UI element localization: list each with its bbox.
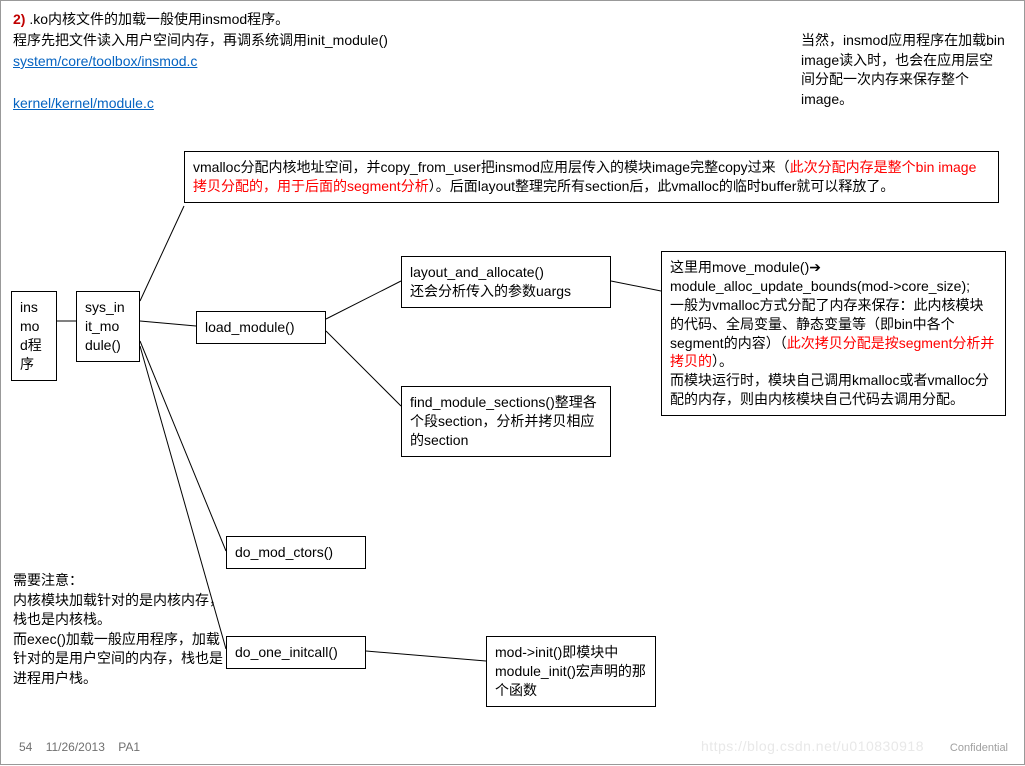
- move-pre: 这里用move_module(): [670, 259, 809, 275]
- link-module-c[interactable]: kernel/kernel/module.c: [13, 95, 154, 111]
- side-note: 当然，insmod应用程序在加载bin image读入时，也会在应用层空间分配一…: [801, 31, 1006, 109]
- footer-page: 54: [19, 740, 32, 754]
- note-attention: 需要注意： 内核模块加载针对的是内核内存，栈也是内核栈。 而exec()加载一般…: [13, 571, 223, 689]
- header-block: 2) .ko内核文件的加载一般使用insmod程序。 程序先把文件读入用户空间内…: [13, 9, 388, 114]
- box-find-sections: find_module_sections()整理各个段section，分析并拷贝…: [401, 386, 611, 457]
- box-sys-init-module: sys_in it_mo dule(): [76, 291, 140, 362]
- confidential-label: Confidential: [950, 742, 1008, 754]
- footer-date: 11/26/2013: [46, 740, 105, 754]
- link-insmod-c[interactable]: system/core/toolbox/insmod.c: [13, 53, 197, 69]
- vmalloc-text-post: ）。后面layout整理完所有section后，此vmalloc的临时buffe…: [429, 178, 895, 194]
- box-move-module: 这里用move_module()➔ module_alloc_update_bo…: [661, 251, 1006, 416]
- move-line2: module_alloc_update_bounds(mod->core_siz…: [670, 278, 970, 294]
- item-number: 2): [13, 11, 25, 27]
- box-mod-init: mod->init()即模块中module_init()宏声明的那个函数: [486, 636, 656, 707]
- move-post: ）。 而模块运行时，模块自己调用kmalloc或者vmalloc分配的内存，则由…: [670, 353, 989, 407]
- vmalloc-text-pre: vmalloc分配内核地址空间，并copy_from_user把insmod应用…: [193, 159, 790, 175]
- box-layout-allocate: layout_and_allocate() 还会分析传入的参数uargs: [401, 256, 611, 308]
- header-line2: 程序先把文件读入用户空间内存，再调系统调用init_module(): [13, 32, 388, 48]
- watermark: https://blog.csdn.net/u010830918: [701, 738, 924, 754]
- box-do-one-initcall: do_one_initcall(): [226, 636, 366, 669]
- box-vmalloc-desc: vmalloc分配内核地址空间，并copy_from_user把insmod应用…: [184, 151, 999, 203]
- footer: 54 11/26/2013 PA1: [19, 740, 150, 754]
- arrow-icon: ➔: [809, 259, 821, 275]
- box-load-module: load_module(): [196, 311, 326, 344]
- footer-tag: PA1: [118, 740, 140, 754]
- box-insmod: ins mo d程 序: [11, 291, 57, 381]
- box-do-mod-ctors: do_mod_ctors(): [226, 536, 366, 569]
- header-line1: .ko内核文件的加载一般使用insmod程序。: [25, 11, 289, 27]
